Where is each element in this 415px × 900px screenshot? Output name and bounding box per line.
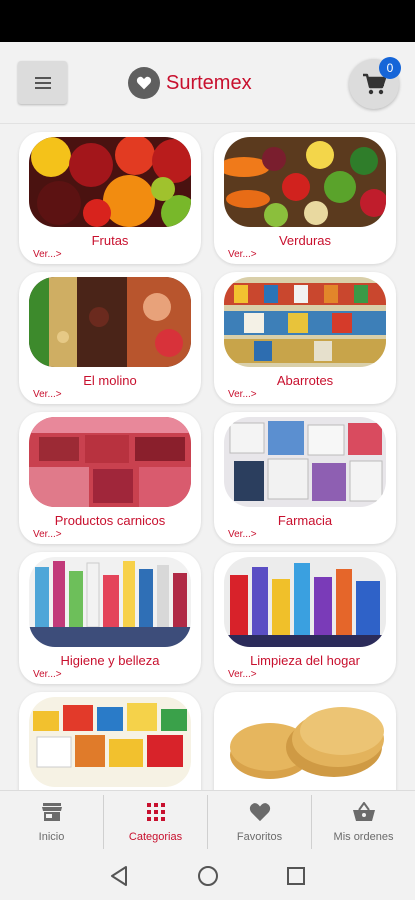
nav-label: Mis ordenes: [333, 831, 394, 843]
recents-icon[interactable]: [284, 864, 308, 888]
app-bar: Surtemex 0: [0, 42, 415, 124]
meat-image: [29, 417, 191, 507]
category-title: Farmacia: [277, 513, 333, 528]
nav-item-inicio[interactable]: Inicio: [0, 791, 103, 853]
nav-label: Favoritos: [236, 831, 283, 843]
category-title: El molino: [83, 373, 137, 388]
hamburger-icon: [34, 76, 51, 89]
category-card-limpieza-del-hogar[interactable]: Limpieza del hogar Ver...>: [214, 552, 396, 684]
system-navigation-bar: [0, 852, 415, 900]
cleaning-image: [224, 557, 386, 647]
wholesale-image: [29, 697, 191, 787]
cart-button[interactable]: 0: [349, 57, 401, 109]
heart-icon: [247, 801, 273, 823]
category-title: Higiene y belleza: [60, 653, 160, 668]
see-more-link[interactable]: Ver...>: [33, 249, 62, 260]
see-more-link[interactable]: Ver...>: [33, 389, 62, 400]
see-more-link[interactable]: Ver...>: [228, 529, 257, 540]
category-title: Limpieza del hogar: [250, 653, 360, 668]
grid-icon: [143, 801, 169, 823]
app-title: Surtemex: [166, 71, 252, 94]
see-more-link[interactable]: Ver...>: [228, 249, 257, 260]
bottom-navigation: Inicio Categorias Favoritos Mis ordenes: [0, 790, 415, 852]
nav-item-favoritos[interactable]: Favoritos: [208, 791, 311, 853]
nav-label: Categorias: [128, 831, 183, 843]
category-title: Abarrotes: [276, 373, 334, 388]
category-card-wholesale[interactable]: [19, 692, 201, 790]
app-screen: Surtemex 0 Frutas Ver...> Verduras Ver..…: [0, 0, 415, 900]
store-icon: [39, 801, 65, 823]
category-card-frutas[interactable]: Frutas Ver...>: [19, 132, 201, 264]
basket-icon: [351, 801, 377, 823]
vegetables-image: [224, 137, 386, 227]
heart-logo-icon: [128, 67, 160, 99]
category-card-abarrotes[interactable]: Abarrotes Ver...>: [214, 272, 396, 404]
category-card-verduras[interactable]: Verduras Ver...>: [214, 132, 396, 264]
category-grid: Frutas Ver...> Verduras Ver...> El molin…: [0, 124, 415, 790]
category-title: Verduras: [278, 233, 332, 248]
nav-item-categorias[interactable]: Categorias: [104, 791, 207, 853]
see-more-link[interactable]: Ver...>: [228, 389, 257, 400]
hygiene-image: [29, 557, 191, 647]
brand: Surtemex: [128, 67, 252, 99]
category-card-productos-carnicos[interactable]: Productos carnicos Ver...>: [19, 412, 201, 544]
mill-image: [29, 277, 191, 367]
fruits-image: [29, 137, 191, 227]
category-title: Frutas: [91, 233, 129, 248]
category-card-higiene-y-belleza[interactable]: Higiene y belleza Ver...>: [19, 552, 201, 684]
pharmacy-image: [224, 417, 386, 507]
category-card-el-molino[interactable]: El molino Ver...>: [19, 272, 201, 404]
cart-count-badge: 0: [379, 57, 401, 79]
category-title: Productos carnicos: [54, 513, 166, 528]
see-more-link[interactable]: Ver...>: [228, 669, 257, 680]
category-card-tortillas[interactable]: [214, 692, 396, 790]
nav-label: Inicio: [38, 831, 65, 843]
see-more-link[interactable]: Ver...>: [33, 669, 62, 680]
home-icon[interactable]: [196, 864, 220, 888]
see-more-link[interactable]: Ver...>: [33, 529, 62, 540]
back-icon[interactable]: [107, 864, 131, 888]
groceries-image: [224, 277, 386, 367]
status-bar: [0, 0, 415, 42]
menu-button[interactable]: [18, 61, 67, 104]
nav-item-mis-ordenes[interactable]: Mis ordenes: [312, 791, 415, 853]
category-card-farmacia[interactable]: Farmacia Ver...>: [214, 412, 396, 544]
tortillas-image: [224, 697, 386, 787]
